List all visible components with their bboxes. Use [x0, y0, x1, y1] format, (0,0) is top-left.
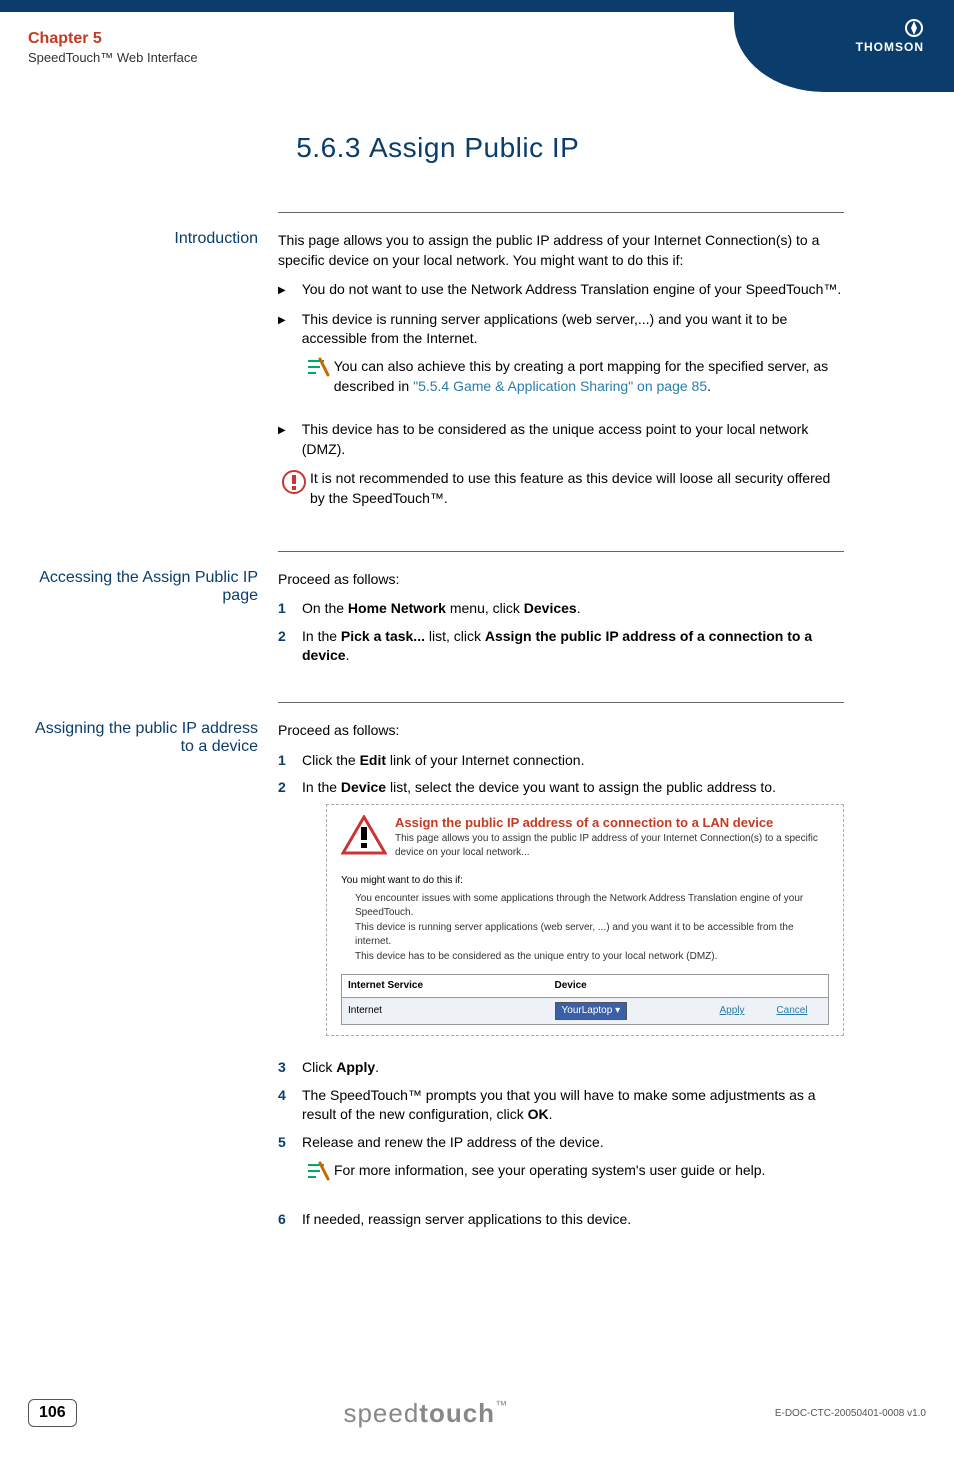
- bullet-icon: ▶: [278, 284, 286, 300]
- assign-step-3: Click Apply.: [302, 1058, 379, 1078]
- page-header: Chapter 5 SpeedTouch™ Web Interface THOM…: [0, 0, 954, 92]
- shot-desc: This page allows you to assign the publi…: [395, 832, 829, 860]
- intro-tip: You can also achieve this by creating a …: [334, 357, 844, 396]
- shot-title: Assign the public IP address of a connec…: [395, 815, 829, 831]
- shot-device-select[interactable]: YourLaptop ▾: [555, 1002, 628, 1020]
- tip-icon: [302, 357, 334, 385]
- assign-step-1: Click the Edit link of your Internet con…: [302, 751, 584, 771]
- chapter-title: Chapter 5: [28, 30, 198, 48]
- assign-step-6: If needed, reassign server applications …: [302, 1210, 631, 1230]
- page-number: 106: [28, 1399, 77, 1427]
- intro-bullet-1: You do not want to use the Network Addre…: [302, 280, 842, 300]
- intro-bullet-3: This device has to be considered as the …: [302, 420, 844, 459]
- assign-step-2: In the Device list, select the device yo…: [302, 778, 844, 798]
- page-title: 5.6.3Assign Public IP: [0, 132, 954, 164]
- link-game-sharing[interactable]: "5.5.4 Game & Application Sharing" on pa…: [413, 378, 707, 394]
- tip-icon: [302, 1161, 334, 1189]
- shot-th-service: Internet Service: [348, 979, 555, 993]
- assign-info: For more information, see your operating…: [334, 1161, 765, 1181]
- assign-step-5: Release and renew the IP address of the …: [302, 1133, 844, 1153]
- intro-lead: This page allows you to assign the publi…: [278, 231, 844, 270]
- warning-icon: [278, 469, 310, 501]
- assign-step-4: The SpeedTouch™ prompts you that you wil…: [302, 1086, 844, 1125]
- intro-warning: It is not recommended to use this featur…: [310, 469, 844, 508]
- intro-bullet-2: This device is running server applicatio…: [302, 310, 844, 349]
- page-footer: 106 speedtouch™ E-DOC-CTC-20050401-0008 …: [0, 1398, 954, 1469]
- bullet-icon: ▶: [278, 314, 286, 410]
- shot-list-item: This device has to be considered as the …: [355, 950, 829, 964]
- thomson-logo: THOMSON: [734, 0, 954, 92]
- shot-warning-icon: [341, 815, 387, 855]
- access-step-2: In the Pick a task... list, click Assign…: [302, 627, 844, 666]
- bullet-icon: ▶: [278, 424, 286, 459]
- document-id: E-DOC-CTC-20050401-0008 v1.0: [775, 1408, 926, 1419]
- access-lead: Proceed as follows:: [278, 570, 844, 590]
- shot-th-device: Device: [555, 979, 703, 993]
- shot-list-item: You encounter issues with some applicati…: [355, 892, 829, 920]
- speedtouch-logo: speedtouch™: [77, 1398, 775, 1429]
- chapter-subtitle: SpeedTouch™ Web Interface: [28, 50, 198, 65]
- intro-label: Introduction: [28, 212, 278, 523]
- shot-svc: Internet: [348, 1004, 555, 1018]
- shot-list-item: This device is running server applicatio…: [355, 921, 829, 949]
- assign-label: Assigning the public IP address to a dev…: [28, 702, 278, 1238]
- ui-screenshot: Assign the public IP address of a connec…: [326, 804, 844, 1037]
- access-label: Accessing the Assign Public IP page: [28, 551, 278, 674]
- access-step-1: On the Home Network menu, click Devices.: [302, 599, 581, 619]
- assign-lead: Proceed as follows:: [278, 721, 844, 741]
- shot-apply-link[interactable]: Apply: [719, 1005, 744, 1016]
- shot-sub: You might want to do this if:: [341, 874, 829, 888]
- shot-cancel-link[interactable]: Cancel: [776, 1005, 807, 1016]
